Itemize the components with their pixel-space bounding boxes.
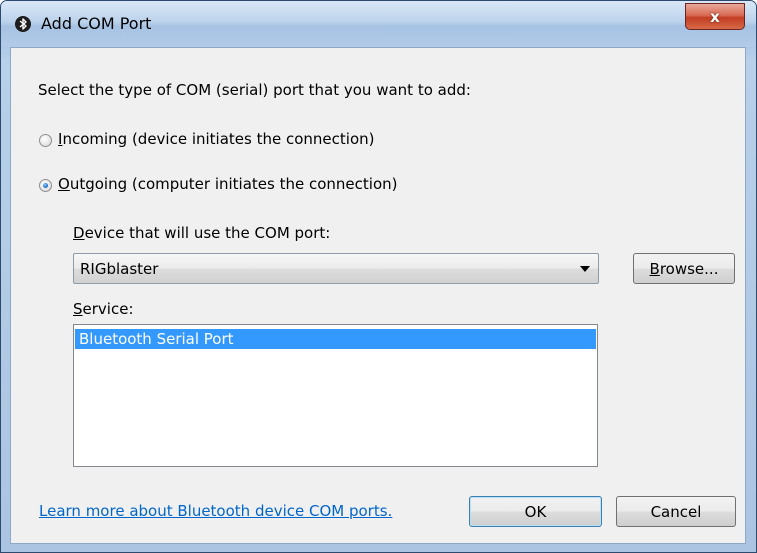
chevron-down-icon: [580, 266, 590, 272]
bluetooth-icon: [15, 16, 31, 32]
title-bar[interactable]: Add COM Port x: [1, 1, 756, 47]
instruction-text: Select the type of COM (serial) port tha…: [38, 81, 471, 99]
window-title: Add COM Port: [41, 14, 152, 33]
ok-button-label: OK: [524, 502, 547, 521]
service-list[interactable]: Bluetooth Serial Port: [73, 324, 598, 467]
device-dropdown[interactable]: RIGblaster: [73, 253, 599, 284]
device-label: Device that will use the COM port:: [73, 224, 331, 242]
cancel-button[interactable]: Cancel: [616, 496, 736, 527]
learn-more-link[interactable]: Learn more about Bluetooth device COM po…: [39, 502, 392, 520]
ok-button[interactable]: OK: [469, 496, 602, 527]
radio-selected-dot: [43, 183, 48, 188]
radio-button-outgoing[interactable]: [39, 179, 52, 192]
incoming-label[interactable]: Incoming (device initiates the connectio…: [58, 130, 375, 148]
close-button[interactable]: x: [685, 3, 745, 30]
add-com-port-dialog: Add COM Port x Select the type of COM (s…: [0, 0, 757, 553]
service-label: Service:: [73, 300, 134, 318]
device-dropdown-value: RIGblaster: [80, 260, 159, 278]
radio-button-incoming[interactable]: [39, 134, 52, 147]
cancel-button-label: Cancel: [650, 502, 702, 521]
browse-button-label: Browse...: [649, 259, 719, 278]
dialog-body: Select the type of COM (serial) port tha…: [10, 47, 746, 544]
browse-button[interactable]: Browse...: [633, 253, 735, 284]
outgoing-label[interactable]: Outgoing (computer initiates the connect…: [58, 175, 397, 193]
list-item[interactable]: Bluetooth Serial Port: [75, 329, 596, 349]
close-icon: x: [710, 7, 720, 26]
